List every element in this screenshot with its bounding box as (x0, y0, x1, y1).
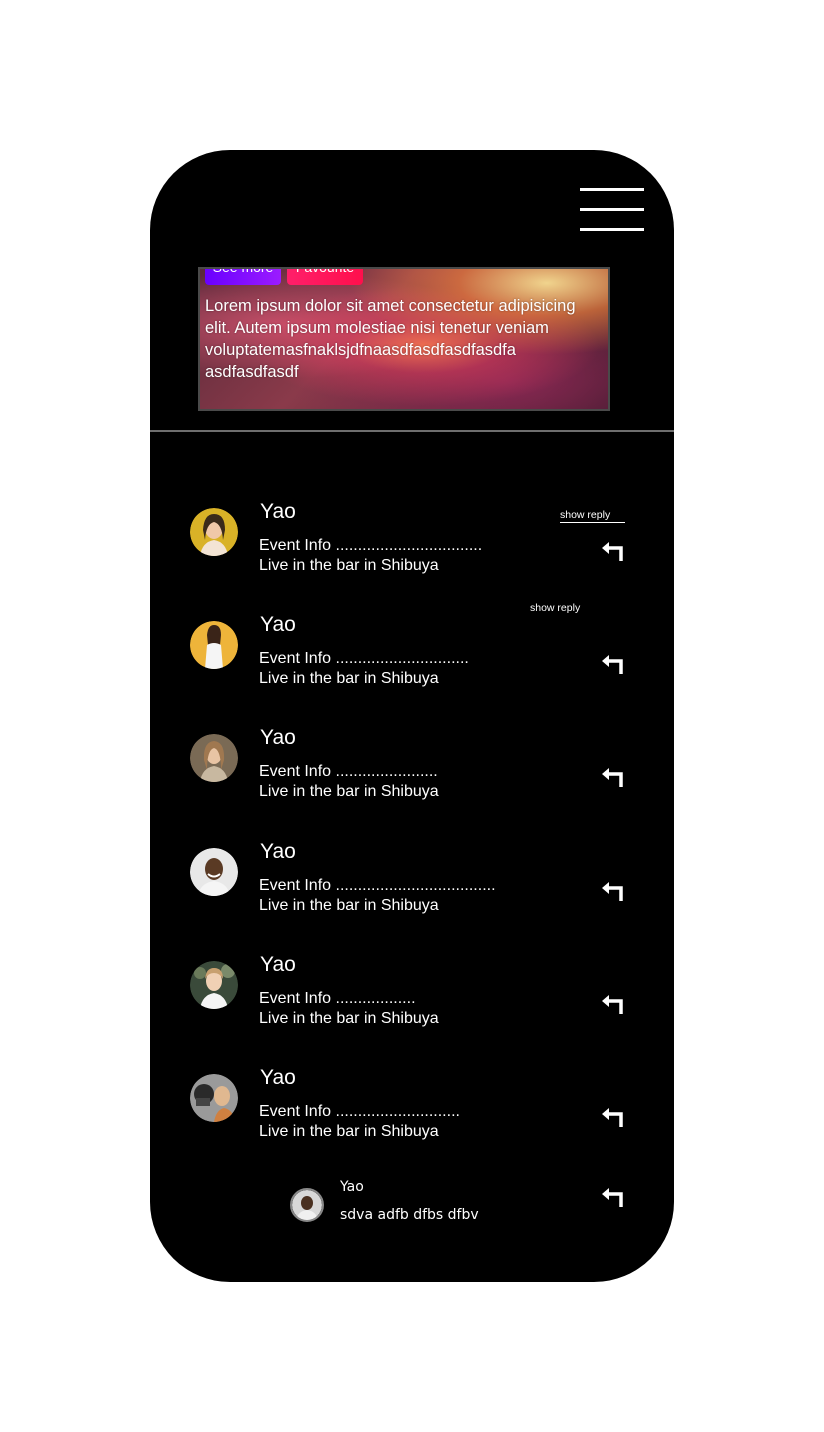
avatar[interactable] (190, 621, 238, 669)
comment-author: Yao (260, 726, 296, 749)
phone-frame: See more Favourite Lorem ipsum dolor sit… (150, 150, 674, 1282)
comment-item: Yao Event Info .........................… (150, 840, 674, 930)
event-info: Event Info .................. (259, 990, 416, 1007)
show-reply-link[interactable]: show reply (530, 602, 580, 614)
avatar[interactable] (190, 1074, 238, 1122)
reply-text: sdva adfb dfbs dfbv (340, 1207, 479, 1223)
reply-arrow-icon[interactable] (600, 878, 624, 902)
reply-arrow-icon[interactable] (600, 1104, 624, 1128)
event-info: Event Info .............................… (259, 537, 483, 554)
avatar[interactable] (190, 848, 238, 896)
comment-author: Yao (260, 500, 296, 523)
reply-arrow-icon[interactable] (600, 1184, 624, 1208)
divider (150, 430, 674, 432)
event-info: Event Info .............................… (259, 650, 469, 667)
reply-author: Yao (340, 1179, 364, 1195)
reply-arrow-icon[interactable] (600, 991, 624, 1015)
comment-item: Yao Event Info .........................… (150, 1066, 674, 1156)
event-detail: Live in the bar in Shibuya (259, 1010, 439, 1027)
event-detail: Live in the bar in Shibuya (259, 557, 439, 574)
show-reply-link[interactable]: show reply (560, 509, 625, 523)
avatar[interactable] (290, 1188, 324, 1222)
event-banner: See more Favourite Lorem ipsum dolor sit… (198, 267, 610, 411)
comment-body: Event Info .................. Live in th… (259, 989, 439, 1029)
event-detail: Live in the bar in Shibuya (259, 670, 439, 687)
event-detail: Live in the bar in Shibuya (259, 1123, 439, 1140)
reply-arrow-icon[interactable] (600, 764, 624, 788)
comment-item: Yao Event Info .........................… (150, 500, 674, 590)
comment-author: Yao (260, 840, 296, 863)
event-detail: Live in the bar in Shibuya (259, 783, 439, 800)
event-info: Event Info .............................… (259, 877, 496, 894)
banner-description: Lorem ipsum dolor sit amet consectetur a… (205, 297, 576, 381)
event-info: Event Info ....................... (259, 763, 438, 780)
favourite-button[interactable]: Favourite (287, 269, 363, 285)
comment-author: Yao (260, 953, 296, 976)
comment-author: Yao (260, 613, 296, 636)
reply-arrow-icon[interactable] (600, 538, 624, 562)
reply-arrow-icon[interactable] (600, 651, 624, 675)
comment-item: Yao Event Info .................. Live i… (150, 953, 674, 1043)
comment-body: Event Info ....................... Live … (259, 762, 439, 802)
comment-body: Event Info .............................… (259, 649, 469, 689)
avatar[interactable] (190, 734, 238, 782)
see-more-button[interactable]: See more (205, 269, 281, 285)
avatar[interactable] (190, 961, 238, 1009)
comment-body: Event Info .............................… (259, 876, 496, 916)
event-info: Event Info ............................ (259, 1103, 460, 1120)
comment-item: Yao Event Info ....................... L… (150, 726, 674, 816)
comment-body: Event Info .............................… (259, 536, 482, 576)
comment-body: Event Info ............................ … (259, 1102, 460, 1142)
avatar[interactable] (190, 508, 238, 556)
comment-author: Yao (260, 1066, 296, 1089)
reply-item: Yao sdva adfb dfbs dfbv (290, 1176, 674, 1236)
event-detail: Live in the bar in Shibuya (259, 897, 439, 914)
comment-item: show reply Yao Event Info ..............… (150, 602, 674, 703)
hamburger-menu-icon[interactable] (580, 188, 644, 231)
